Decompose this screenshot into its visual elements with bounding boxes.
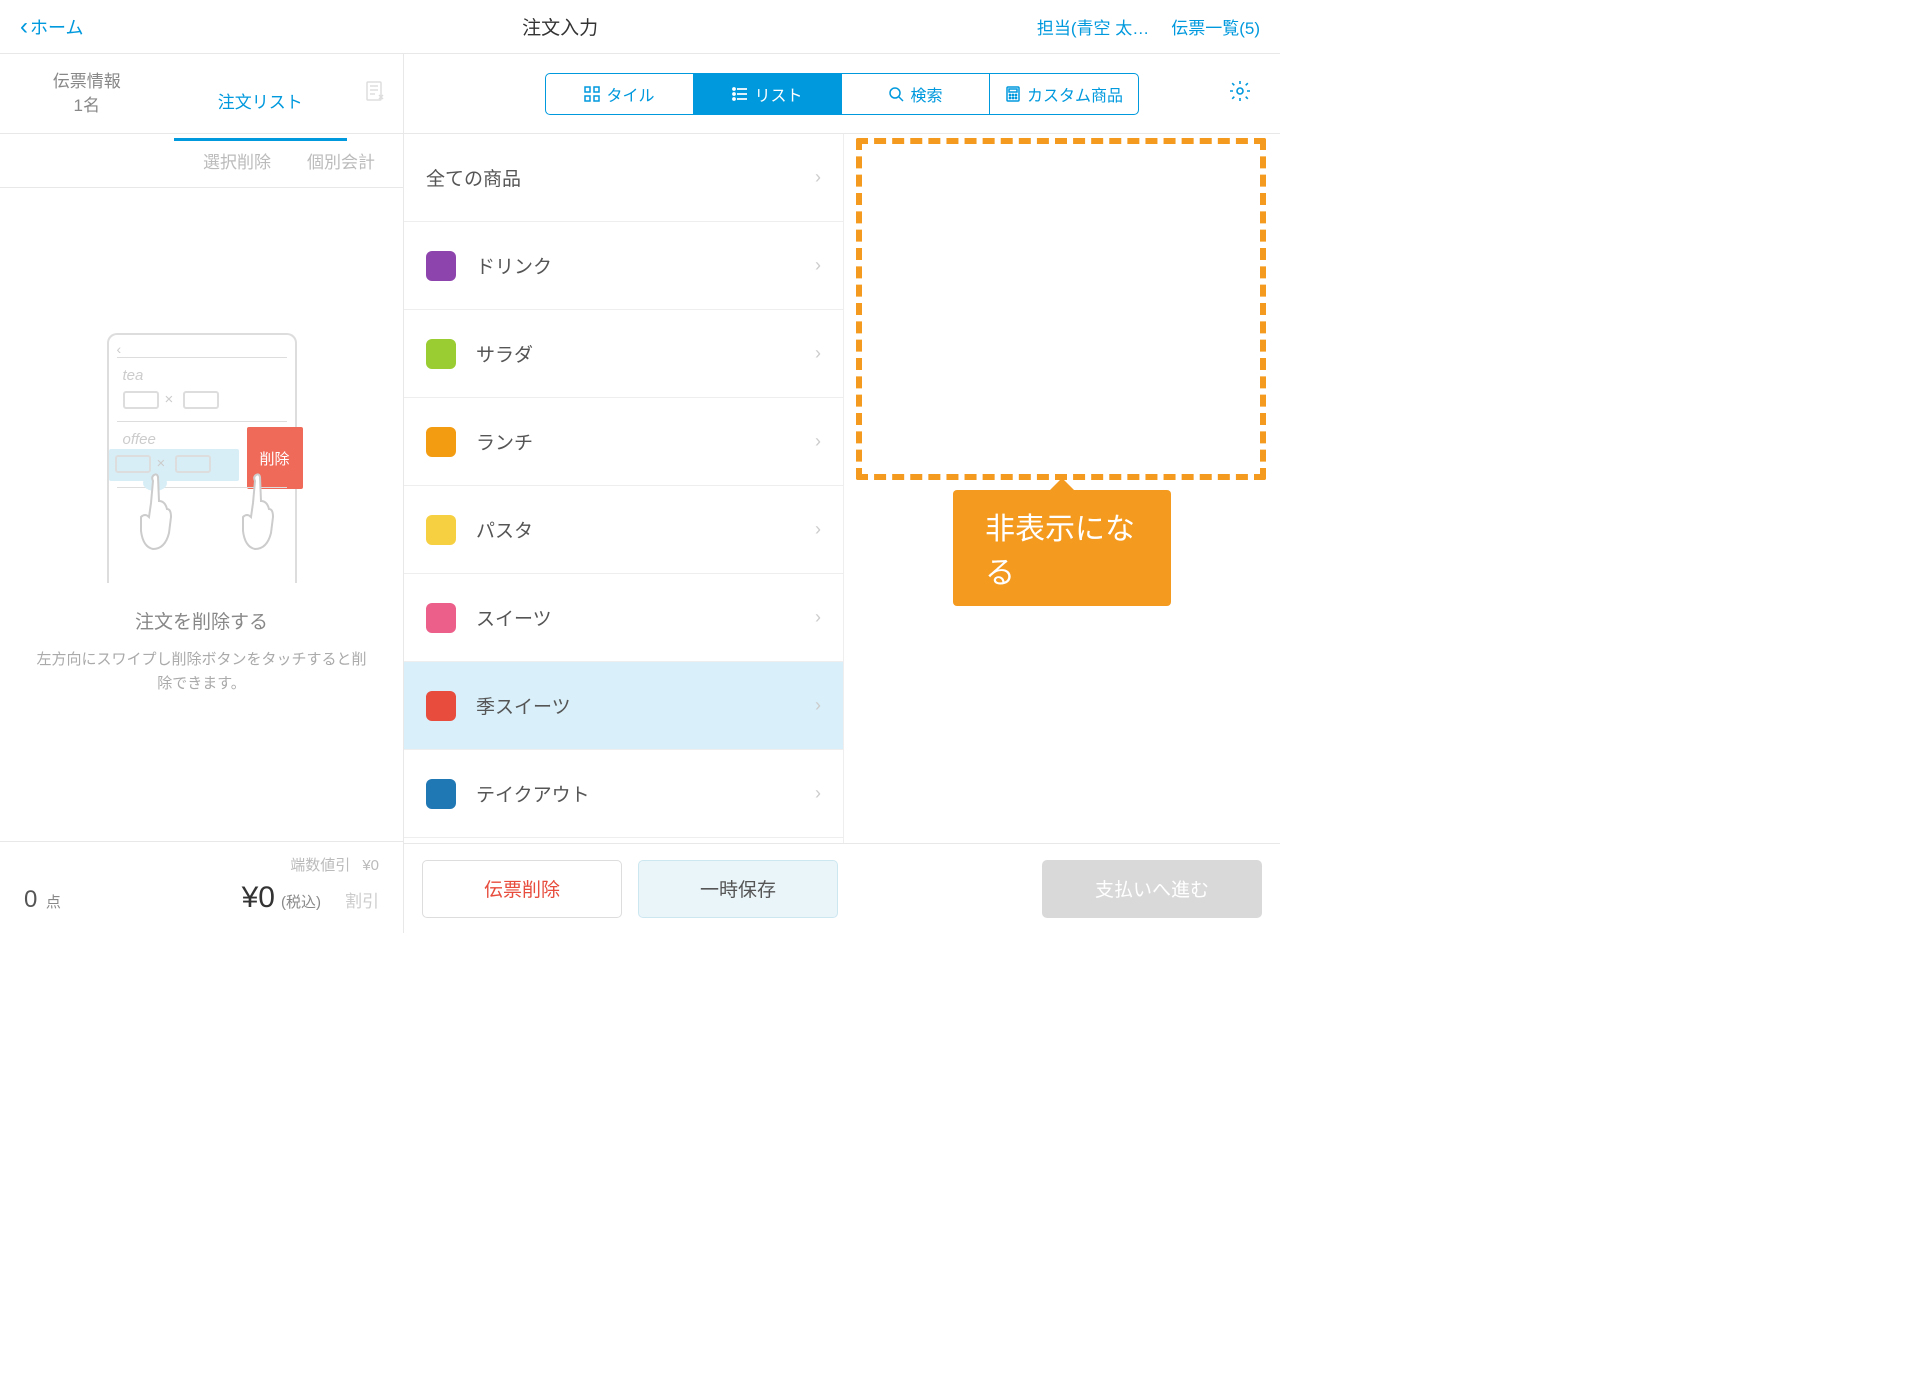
calculator-icon — [1005, 86, 1021, 102]
sidebar: 伝票情報 1名 注文リスト 選択削除 個別会計 ‹ tea × — [0, 54, 404, 933]
rounding-label: 端数値引 — [290, 854, 350, 875]
receipts-link[interactable]: 伝票一覧(5) — [1171, 14, 1260, 39]
view-segment: タイル リスト 検索 カスタム商品 — [545, 73, 1139, 115]
hint-description: 左方向にスワイプし削除ボタンをタッチすると削除できます。 — [30, 648, 373, 696]
detail-area: 非表示になる — [844, 134, 1280, 843]
category-item[interactable]: パスタ› — [404, 486, 843, 574]
category-label: スイーツ — [476, 604, 815, 631]
staff-link[interactable]: 担当(青空 太… — [1037, 14, 1149, 39]
search-icon — [888, 86, 904, 102]
delete-receipt-button[interactable]: 伝票削除 — [422, 860, 622, 918]
action-select-delete[interactable]: 選択削除 — [203, 148, 271, 173]
tab-order-list[interactable]: 注文リスト — [174, 74, 348, 141]
action-split-bill[interactable]: 個別会計 — [307, 148, 375, 173]
category-item[interactable]: サラダ› — [404, 310, 843, 398]
chevron-left-icon: ‹ — [20, 13, 28, 41]
category-label: テイクアウト — [476, 780, 815, 807]
category-item[interactable]: ドリンク› — [404, 222, 843, 310]
chevron-right-icon: › — [815, 343, 821, 364]
back-button[interactable]: ‹ ホーム — [20, 13, 83, 41]
chevron-right-icon: › — [815, 167, 821, 188]
category-label: サラダ — [476, 340, 815, 367]
category-item[interactable]: 季スイーツ› — [404, 662, 843, 750]
category-swatch — [426, 251, 456, 281]
app-header: ‹ ホーム 注文入力 担当(青空 太… 伝票一覧(5) — [0, 0, 1280, 54]
grid-icon — [584, 86, 600, 102]
chevron-right-icon: › — [815, 695, 821, 716]
swipe-delete-illustration: ‹ tea × offee × 削除 — [107, 333, 297, 583]
category-swatch — [426, 427, 456, 457]
category-item[interactable]: テイクアウト› — [404, 750, 843, 838]
list-icon — [732, 86, 748, 102]
category-swatch — [426, 515, 456, 545]
discount-button[interactable]: 割引 — [345, 887, 379, 912]
category-label: 全ての商品 — [426, 164, 815, 191]
gear-icon[interactable] — [1228, 79, 1252, 109]
total-value: ¥0 — [242, 881, 275, 915]
seg-tile[interactable]: タイル — [546, 74, 694, 114]
chevron-right-icon: › — [815, 783, 821, 804]
back-label: ホーム — [30, 14, 83, 40]
annotation-hidden-area — [856, 138, 1266, 480]
note-icon[interactable] — [347, 79, 403, 109]
category-label: ランチ — [476, 428, 815, 455]
category-item[interactable]: スイーツ› — [404, 574, 843, 662]
chevron-right-icon: › — [815, 255, 821, 276]
chevron-right-icon: › — [815, 431, 821, 452]
tab-receipt-info[interactable]: 伝票情報 1名 — [0, 56, 174, 132]
chevron-right-icon: › — [815, 607, 821, 628]
qty-value: 0 — [24, 886, 37, 913]
annotation-label: 非表示になる — [953, 490, 1171, 606]
category-label: パスタ — [476, 516, 815, 543]
category-swatch — [426, 339, 456, 369]
main-panel: タイル リスト 検索 カスタム商品 — [404, 54, 1280, 933]
category-label: 季スイーツ — [476, 692, 815, 719]
rounding-value: ¥0 — [362, 857, 379, 874]
chevron-right-icon: › — [815, 519, 821, 540]
tax-label: (税込) — [281, 891, 321, 912]
sidebar-footer: 端数値引 ¥0 0 点 ¥0 (税込) 割引 — [0, 841, 403, 933]
proceed-payment-button[interactable]: 支払いへ進む — [1042, 860, 1262, 918]
hint-title: 注文を削除する — [135, 607, 268, 634]
page-title: 注文入力 — [522, 13, 598, 40]
category-list: 全ての商品›ドリンク›サラダ›ランチ›パスタ›スイーツ›季スイーツ›テイクアウト… — [404, 134, 844, 843]
seg-list[interactable]: リスト — [694, 74, 842, 114]
category-swatch — [426, 603, 456, 633]
category-label: ドリンク — [476, 252, 815, 279]
category-item[interactable]: 全ての商品› — [404, 134, 843, 222]
category-item[interactable]: ランチ› — [404, 398, 843, 486]
category-swatch — [426, 691, 456, 721]
category-swatch — [426, 779, 456, 809]
temp-save-button[interactable]: 一時保存 — [638, 860, 838, 918]
qty-unit: 点 — [46, 894, 61, 911]
seg-search[interactable]: 検索 — [842, 74, 990, 114]
seg-custom[interactable]: カスタム商品 — [990, 74, 1138, 114]
